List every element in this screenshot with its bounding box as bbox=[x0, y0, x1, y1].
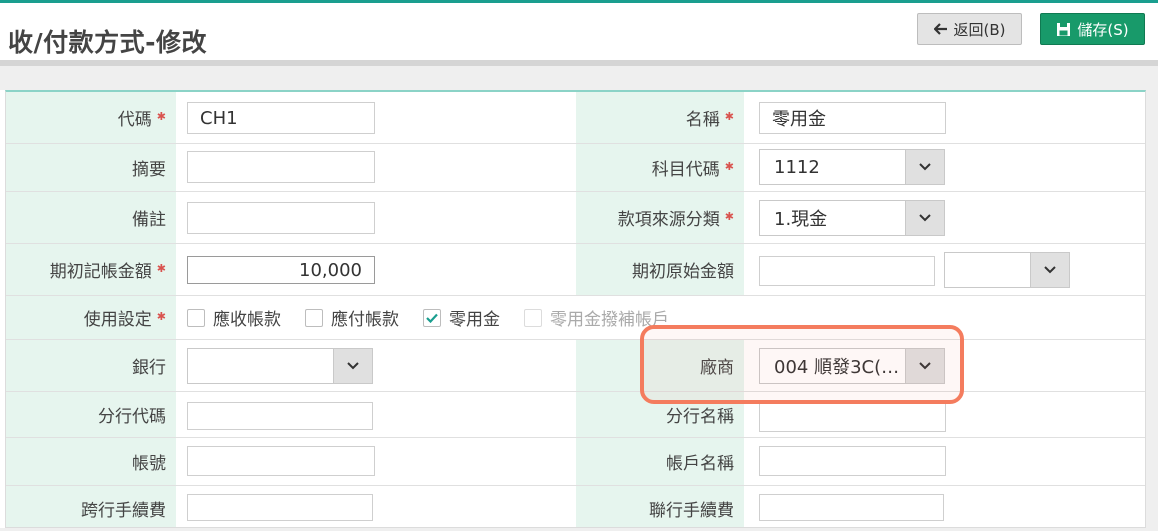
chevron-down-icon[interactable] bbox=[333, 349, 372, 383]
account-no-label: 帳號 bbox=[6, 438, 176, 485]
required-mark: ✱ bbox=[156, 262, 166, 275]
save-button-label: 儲存(S) bbox=[1077, 20, 1129, 39]
page-header: 收/付款方式-修改 返回(B) 儲存(S) bbox=[0, 3, 1158, 60]
note-input[interactable] bbox=[187, 202, 375, 234]
usage-receivable-checkbox[interactable]: 應收帳款 bbox=[187, 305, 281, 330]
bank-label: 銀行 bbox=[6, 340, 176, 391]
form-row-usage: 使用設定 ✱ 應收帳款 應付帳款 零用金 零用金撥補帳戶 bbox=[6, 296, 1145, 340]
branch-name-input[interactable] bbox=[759, 402, 946, 432]
name-input[interactable]: 零用金 bbox=[759, 102, 946, 134]
form-row-note: 備註 款項來源分類 ✱ 1.現金 bbox=[6, 192, 1145, 244]
source-category-select[interactable]: 1.現金 bbox=[759, 200, 945, 236]
required-mark: ✱ bbox=[724, 160, 734, 173]
required-mark: ✱ bbox=[724, 210, 734, 223]
form-row-initial-amount: 期初記帳金額 ✱ 10,000 期初原始金額 bbox=[6, 244, 1145, 296]
joint-fee-input[interactable] bbox=[759, 494, 944, 521]
note-label: 備註 bbox=[6, 192, 176, 243]
checkbox-box[interactable] bbox=[305, 308, 323, 327]
initial-amount-input[interactable]: 10,000 bbox=[187, 256, 375, 284]
required-mark: ✱ bbox=[724, 110, 734, 123]
form-row-fees: 跨行手續費 聯行手續費 bbox=[6, 486, 1145, 527]
chevron-down-icon[interactable] bbox=[1030, 253, 1069, 287]
usage-petty-cash-checkbox[interactable]: 零用金 bbox=[423, 305, 500, 330]
branch-code-label: 分行代碼 bbox=[6, 392, 176, 437]
initial-original-amount-label: 期初原始金額 bbox=[576, 244, 744, 295]
initial-amount-label: 期初記帳金額 ✱ bbox=[6, 244, 176, 295]
usage-checkbox-group: 應收帳款 應付帳款 零用金 零用金撥補帳戶 bbox=[187, 296, 693, 339]
usage-label: 使用設定 ✱ bbox=[6, 296, 176, 339]
name-label: 名稱 ✱ bbox=[576, 92, 744, 143]
arrow-left-icon bbox=[933, 23, 948, 35]
initial-original-amount-input[interactable] bbox=[759, 256, 935, 286]
account-no-input[interactable] bbox=[187, 446, 375, 476]
usage-payable-checkbox[interactable]: 應付帳款 bbox=[305, 305, 399, 330]
vendor-select[interactable]: 004 順發3C(… bbox=[759, 348, 945, 384]
account-name-input[interactable] bbox=[759, 446, 946, 476]
back-button-label: 返回(B) bbox=[953, 20, 1006, 39]
form-row-account: 帳號 帳戶名稱 bbox=[6, 438, 1145, 486]
content-gap bbox=[0, 66, 1158, 90]
form-row-branch: 分行代碼 分行名稱 bbox=[6, 392, 1145, 438]
usage-petty-cash-funding-checkbox: 零用金撥補帳戶 bbox=[524, 305, 669, 330]
form-row-bank: 銀行 廠商 004 順發3C(… bbox=[6, 340, 1145, 392]
back-button[interactable]: 返回(B) bbox=[917, 13, 1022, 45]
subject-code-select[interactable]: 1112 bbox=[759, 149, 945, 185]
checkbox-box bbox=[524, 308, 542, 327]
chevron-down-icon[interactable] bbox=[905, 150, 944, 184]
interbank-fee-label: 跨行手續費 bbox=[6, 486, 176, 527]
source-category-label: 款項來源分類 ✱ bbox=[576, 192, 744, 243]
checkbox-box[interactable] bbox=[423, 308, 441, 327]
summary-input[interactable] bbox=[187, 151, 375, 183]
vendor-label: 廠商 bbox=[576, 340, 744, 391]
interbank-fee-input[interactable] bbox=[187, 494, 373, 521]
floppy-disk-icon bbox=[1056, 22, 1071, 37]
page-title: 收/付款方式-修改 bbox=[8, 28, 208, 57]
payment-method-form: 代碼 ✱ CH1 名稱 ✱ 零用金 摘要 科目代碼 ✱ 1112 備註 款項來源分類 ✱… bbox=[5, 90, 1146, 528]
branch-name-label: 分行名稱 bbox=[576, 392, 744, 437]
code-input[interactable]: CH1 bbox=[187, 102, 375, 134]
currency-select[interactable] bbox=[944, 252, 1070, 288]
subject-code-label: 科目代碼 ✱ bbox=[576, 144, 744, 191]
required-mark: ✱ bbox=[156, 310, 166, 323]
checkmark-icon bbox=[426, 313, 438, 323]
code-label: 代碼 ✱ bbox=[6, 92, 176, 143]
required-mark: ✱ bbox=[156, 110, 166, 123]
form-row-summary: 摘要 科目代碼 ✱ 1112 bbox=[6, 144, 1145, 192]
branch-code-input[interactable] bbox=[187, 402, 373, 430]
summary-label: 摘要 bbox=[6, 144, 176, 191]
form-row-code: 代碼 ✱ CH1 名稱 ✱ 零用金 bbox=[6, 92, 1145, 144]
account-name-label: 帳戶名稱 bbox=[576, 438, 744, 485]
right-gutter bbox=[1146, 90, 1158, 531]
save-button[interactable]: 儲存(S) bbox=[1040, 13, 1145, 45]
chevron-down-icon[interactable] bbox=[905, 349, 944, 383]
checkbox-box[interactable] bbox=[187, 308, 205, 327]
joint-fee-label: 聯行手續費 bbox=[576, 486, 744, 527]
bank-select[interactable] bbox=[187, 348, 373, 384]
chevron-down-icon[interactable] bbox=[905, 201, 944, 235]
